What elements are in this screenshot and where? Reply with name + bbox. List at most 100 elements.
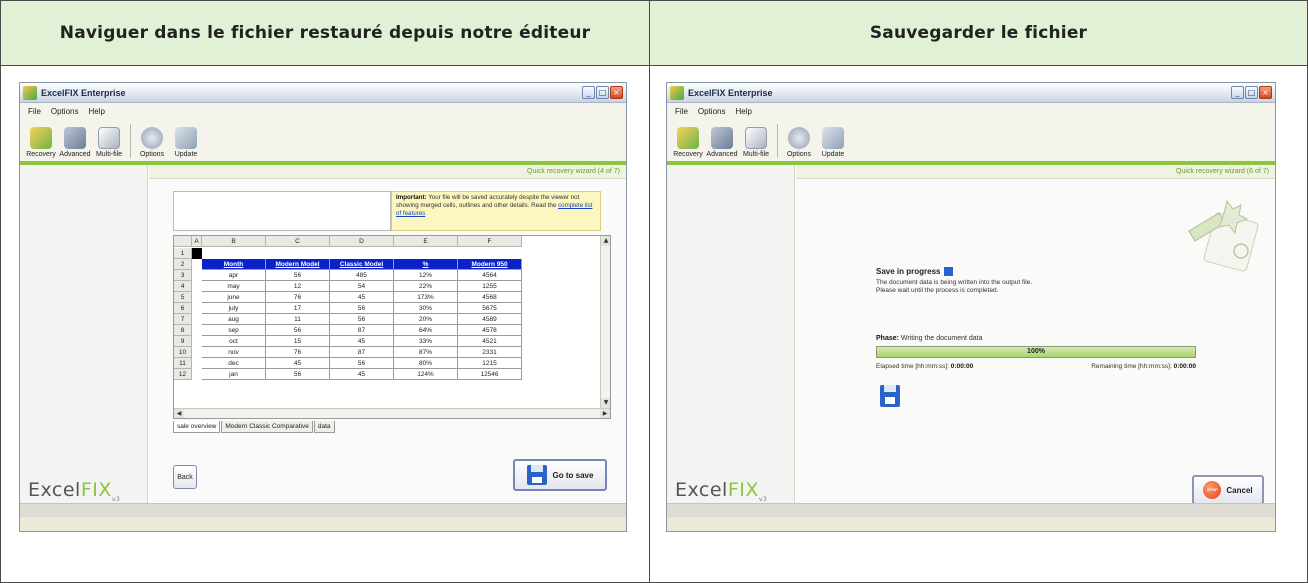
toolbar-options[interactable]: Options [135,127,169,158]
column-header[interactable]: D [330,236,394,247]
menu-options[interactable]: Options [51,107,79,116]
toolbar-multifile[interactable]: Multi-file [739,127,773,158]
grid-corner[interactable] [174,236,192,247]
table-cell[interactable]: dec [202,358,266,369]
table-cell[interactable]: june [202,292,266,303]
horizontal-scrollbar[interactable]: ◀ ▶ [174,408,610,418]
cancel-button[interactable]: STOP Cancel [1192,475,1264,505]
table-cell[interactable]: aug [202,314,266,325]
table-cell[interactable]: 4589 [458,314,522,325]
table-cell[interactable]: 76 [266,347,330,358]
table-cell[interactable]: 56 [266,325,330,336]
table-cell[interactable]: 56 [266,369,330,380]
table-cell[interactable]: july [202,303,266,314]
table-cell[interactable]: apr [202,270,266,281]
table-cell[interactable]: 56 [330,358,394,369]
menu-file[interactable]: File [28,107,41,116]
table-cell[interactable]: 76 [266,292,330,303]
table-cell[interactable]: 12% [394,270,458,281]
table-cell[interactable]: 64% [394,325,458,336]
menu-file[interactable]: File [675,107,688,116]
table-cell[interactable]: 54 [330,281,394,292]
table-cell[interactable]: 173% [394,292,458,303]
table-cell[interactable]: jan [202,369,266,380]
table-cell[interactable]: 30% [394,303,458,314]
column-header[interactable]: B [202,236,266,247]
table-cell[interactable]: 56 [330,314,394,325]
table-header-cell[interactable]: Modern 950 [458,259,522,270]
table-header-cell[interactable]: Modern Model [266,259,330,270]
row-header[interactable]: 9 [174,336,192,347]
row-header[interactable]: 6 [174,303,192,314]
column-header[interactable]: F [458,236,522,247]
toolbar-options[interactable]: Options [782,127,816,158]
menu-help[interactable]: Help [88,107,104,116]
table-cell[interactable]: 56 [330,303,394,314]
table-cell[interactable]: sep [202,325,266,336]
table-cell[interactable]: 87 [330,347,394,358]
row-header[interactable]: 3 [174,270,192,281]
row-header[interactable]: 5 [174,292,192,303]
menu-options[interactable]: Options [698,107,726,116]
table-cell[interactable]: 11 [266,314,330,325]
toolbar-recovery[interactable]: Recovery [671,127,705,158]
maximize-icon[interactable]: □ [1245,86,1258,99]
table-cell[interactable]: 45 [330,369,394,380]
sheet-tab[interactable]: data [313,421,335,433]
table-cell[interactable]: may [202,281,266,292]
table-cell[interactable]: 33% [394,336,458,347]
toolbar-update[interactable]: Update [816,127,850,158]
scroll-left-icon[interactable]: ◀ [174,409,184,418]
toolbar-recovery[interactable]: Recovery [24,127,58,158]
table-header-cell[interactable]: % [394,259,458,270]
table-cell[interactable]: 17 [266,303,330,314]
table-cell[interactable]: 485 [330,270,394,281]
table-cell[interactable]: 45 [266,358,330,369]
toolbar-update[interactable]: Update [169,127,203,158]
table-cell[interactable]: 4578 [458,325,522,336]
table-cell[interactable]: 20% [394,314,458,325]
toolbar-multifile[interactable]: Multi-file [92,127,126,158]
vertical-scrollbar[interactable]: ▲ ▼ [600,236,610,408]
table-cell[interactable]: 1215 [458,358,522,369]
row-header[interactable]: 8 [174,325,192,336]
row-header[interactable]: 12 [174,369,192,380]
go-to-save-button[interactable]: Go to save [513,459,607,491]
table-cell[interactable]: 80% [394,358,458,369]
row-header[interactable]: 1 [174,248,192,259]
table-cell[interactable]: 12546 [458,369,522,380]
scroll-up-icon[interactable]: ▲ [601,236,610,246]
row-header[interactable]: 10 [174,347,192,358]
table-cell[interactable]: 4568 [458,292,522,303]
toolbar-advanced[interactable]: Advanced [58,127,92,158]
row-header[interactable]: 11 [174,358,192,369]
table-cell[interactable]: 4521 [458,336,522,347]
table-cell[interactable]: nov [202,347,266,358]
sheet-tab[interactable]: Modern Classic Comparative [221,421,313,433]
table-cell[interactable]: 124% [394,369,458,380]
table-cell[interactable]: 15 [266,336,330,347]
minimize-icon[interactable]: _ [1231,86,1244,99]
table-cell[interactable]: 5675 [458,303,522,314]
table-header-cell[interactable]: Month [202,259,266,270]
table-cell[interactable]: 1255 [458,281,522,292]
table-cell[interactable]: 87 [330,325,394,336]
minimize-icon[interactable]: _ [582,86,595,99]
row-header[interactable]: 4 [174,281,192,292]
column-header[interactable]: A [192,236,202,247]
column-header[interactable]: E [394,236,458,247]
menu-help[interactable]: Help [735,107,751,116]
spreadsheet-grid[interactable]: ▲ ▼ ◀ ▶ A B C D E F 1 2 3 4 5 6 7 8 9 10 11 12 Month Modern… [173,235,611,419]
table-cell[interactable]: 45 [330,292,394,303]
row-header[interactable]: 2 [174,259,192,270]
row-header[interactable]: 7 [174,314,192,325]
table-cell[interactable]: 87% [394,347,458,358]
table-cell[interactable]: 4564 [458,270,522,281]
scroll-down-icon[interactable]: ▼ [601,398,610,408]
back-button[interactable]: Back [173,465,197,489]
scroll-right-icon[interactable]: ▶ [600,409,610,418]
table-cell[interactable]: 45 [330,336,394,347]
table-cell[interactable]: 22% [394,281,458,292]
column-header[interactable]: C [266,236,330,247]
table-cell[interactable]: 56 [266,270,330,281]
